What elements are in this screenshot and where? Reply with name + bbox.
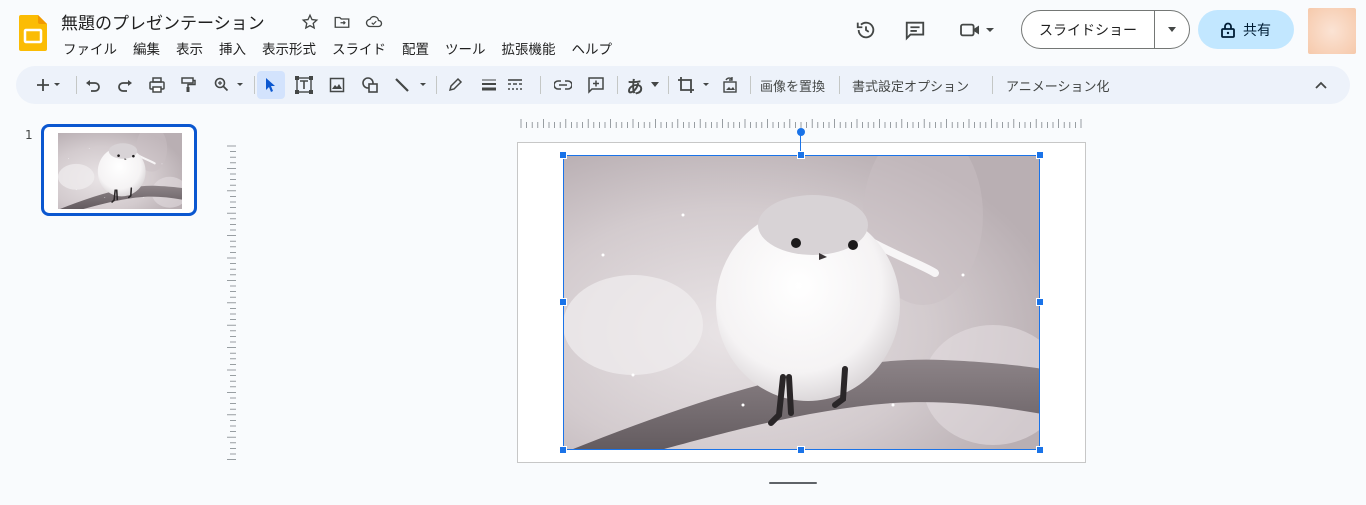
- resize-handle-left[interactable]: [559, 298, 567, 306]
- star-icon[interactable]: [298, 11, 322, 33]
- chevron-down-icon: [650, 82, 659, 87]
- menu-extensions[interactable]: 拡張機能: [494, 36, 564, 60]
- cloud-saved-icon[interactable]: [362, 11, 386, 33]
- print-icon[interactable]: [146, 71, 168, 99]
- input-mode-label: あ: [626, 77, 644, 98]
- toolbar: あ 画像を置換 書式設定オプション アニメーション化: [16, 66, 1350, 104]
- collapse-toolbar-icon[interactable]: [1310, 71, 1332, 99]
- share-button[interactable]: 共有: [1198, 10, 1294, 49]
- menu-view[interactable]: 表示: [168, 36, 211, 60]
- vertical-ruler[interactable]: [225, 124, 237, 479]
- slides-logo-icon[interactable]: [19, 15, 47, 51]
- move-folder-icon[interactable]: [330, 11, 354, 33]
- menu-slide[interactable]: スライド: [324, 36, 394, 60]
- border-color-icon[interactable]: [444, 71, 466, 99]
- resize-handle-bottom[interactable]: [797, 446, 805, 454]
- replace-image-button[interactable]: 画像を置換: [760, 76, 825, 95]
- lock-icon: [1221, 22, 1235, 38]
- reset-image-icon[interactable]: [719, 71, 741, 99]
- speaker-notes-handle[interactable]: [769, 482, 817, 484]
- chevron-down-icon: [1168, 26, 1176, 32]
- menu-arrange[interactable]: 配置: [394, 36, 437, 60]
- thumbnail-image: [58, 133, 182, 209]
- slide-thumbnail[interactable]: [41, 124, 197, 216]
- resize-handle-bottom-right[interactable]: [1036, 446, 1044, 454]
- line-tool-button[interactable]: [391, 71, 431, 99]
- insert-image-icon[interactable]: [326, 71, 348, 99]
- menu-bar: ファイル 編集 表示 挿入 表示形式 スライド 配置 ツール 拡張機能 ヘルプ: [55, 36, 620, 60]
- insert-link-icon[interactable]: [552, 71, 574, 99]
- share-label: 共有: [1243, 22, 1271, 39]
- text-box-icon[interactable]: [292, 71, 316, 99]
- horizontal-ruler[interactable]: [236, 114, 1366, 128]
- format-options-button[interactable]: 書式設定オプション: [852, 76, 969, 95]
- slideshow-dropdown-button[interactable]: [1155, 11, 1189, 48]
- border-dash-icon[interactable]: [504, 71, 526, 99]
- zoom-button[interactable]: [211, 71, 249, 99]
- menu-file[interactable]: ファイル: [55, 36, 125, 60]
- meet-call-button[interactable]: [954, 14, 1000, 46]
- paint-format-icon[interactable]: [177, 71, 199, 99]
- crop-image-button[interactable]: [674, 71, 714, 99]
- version-history-icon[interactable]: [850, 14, 882, 46]
- undo-icon[interactable]: [82, 71, 104, 99]
- resize-handle-bottom-left[interactable]: [559, 446, 567, 454]
- comments-icon[interactable]: [899, 14, 931, 46]
- rotate-handle[interactable]: [797, 128, 805, 136]
- slideshow-button-group: スライドショー: [1021, 10, 1190, 49]
- menu-format[interactable]: 表示形式: [254, 36, 324, 60]
- menu-tools[interactable]: ツール: [437, 36, 494, 60]
- avatar[interactable]: [1308, 8, 1356, 54]
- new-slide-button[interactable]: [28, 71, 70, 99]
- shape-icon[interactable]: [359, 71, 381, 99]
- input-tools-button[interactable]: あ: [623, 71, 663, 99]
- resize-handle-top-left[interactable]: [559, 151, 567, 159]
- document-title[interactable]: 無題のプレゼンテーション: [61, 9, 265, 34]
- resize-handle-right[interactable]: [1036, 298, 1044, 306]
- menu-insert[interactable]: 挿入: [211, 36, 254, 60]
- border-weight-icon[interactable]: [478, 71, 500, 99]
- animate-button[interactable]: アニメーション化: [1006, 76, 1109, 95]
- add-comment-icon[interactable]: [585, 71, 607, 99]
- resize-handle-top[interactable]: [797, 151, 805, 159]
- select-tool-icon[interactable]: [257, 71, 285, 99]
- image-selection-box: [563, 155, 1040, 450]
- redo-icon[interactable]: [114, 71, 136, 99]
- menu-help[interactable]: ヘルプ: [564, 36, 621, 60]
- slideshow-button[interactable]: スライドショー: [1022, 11, 1155, 48]
- resize-handle-top-right[interactable]: [1036, 151, 1044, 159]
- slide-number: 1: [25, 128, 33, 142]
- menu-edit[interactable]: 編集: [125, 36, 168, 60]
